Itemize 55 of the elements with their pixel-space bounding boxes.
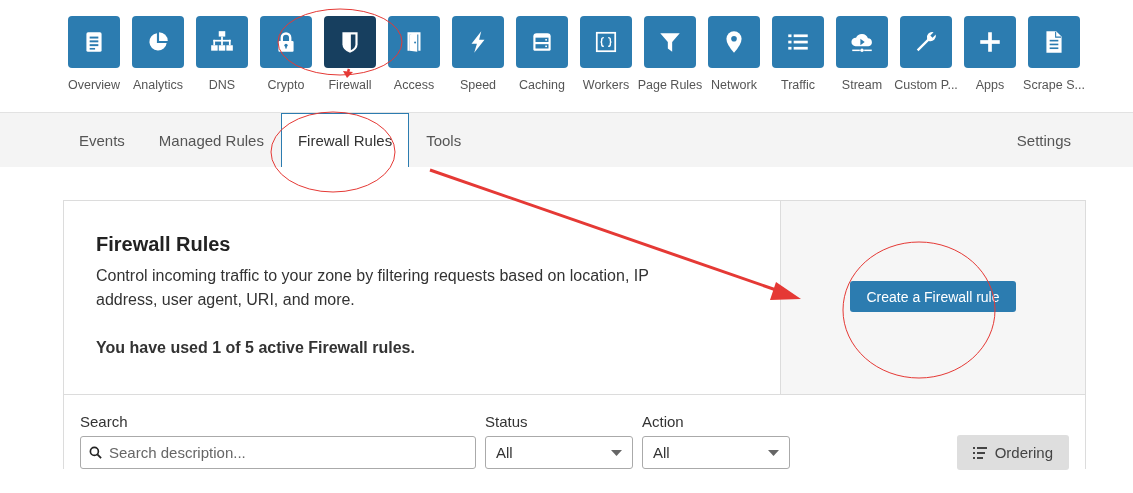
status-dropdown[interactable]: All [485,436,633,469]
nav-tile[interactable] [452,16,504,68]
card-description: Control incoming traffic to your zone by filtering requests based on location, IP address, user agent, URI, and more. [96,266,650,310]
ordering-button[interactable]: Ordering [956,435,1069,470]
sub-tab[interactable]: Firewall Rules [280,113,410,167]
nav-tile[interactable] [836,16,888,68]
nav-tile[interactable] [772,16,824,68]
nav-label[interactable]: Overview [67,78,121,92]
nav-tile[interactable] [708,16,760,68]
nav-label[interactable]: Scrape S... [1023,78,1085,92]
nav-tile[interactable] [516,16,568,68]
nav-tile[interactable] [68,16,120,68]
card-title: Firewall Rules [96,233,231,256]
create-rule-button[interactable]: Create a Firewall rule [850,281,1016,312]
nav-tile[interactable] [900,16,952,68]
field-label: Search [80,413,129,430]
nav-label[interactable]: Custom P... [894,78,958,92]
sub-tab[interactable]: Events [62,113,142,167]
plus-icon [977,29,1003,55]
nav-label[interactable]: Network [711,78,757,92]
search-icon [89,446,102,459]
code-braces-icon [593,29,619,55]
usage-text: You have used 1 of 5 active Firewall rules. [96,338,416,358]
sub-tab[interactable]: Tools [409,113,479,167]
field-label: Action [642,413,685,430]
nav-label[interactable]: Access [393,78,435,92]
nav-label[interactable]: Analytics [133,78,183,92]
nav-tile[interactable] [324,16,376,68]
settings-link[interactable]: Settings [1016,113,1133,167]
action-dropdown[interactable]: All [642,436,790,469]
nav-label[interactable]: DNS [208,78,236,92]
annotation-arrow [343,68,353,78]
search-field[interactable]: Search description... [80,436,476,469]
field-label: Status [485,413,529,430]
nav-label[interactable]: Firewall [328,78,372,92]
nav-tile[interactable] [260,16,312,68]
caret-icon [611,449,622,456]
nav-label[interactable]: Apps [975,78,1005,92]
nav-label[interactable]: Stream [841,78,883,92]
nav-tile[interactable] [132,16,184,68]
nav-tile[interactable] [580,16,632,68]
list-icon [972,446,987,459]
nav-label[interactable]: Page Rules [637,78,703,92]
nav-label[interactable]: Speed [459,78,497,92]
nav-label[interactable]: Workers [582,78,630,92]
nav-label[interactable]: Caching [519,78,565,92]
nav-label[interactable]: Traffic [780,78,815,92]
nav-tile[interactable] [388,16,440,68]
nav-label[interactable]: Crypto [267,78,305,92]
nav-tile[interactable] [1028,16,1080,68]
caret-icon [768,449,779,456]
sub-tab[interactable]: Managed Rules [141,113,281,167]
nav-tile[interactable] [964,16,1016,68]
nav-tile[interactable] [196,16,248,68]
nav-tile[interactable] [644,16,696,68]
